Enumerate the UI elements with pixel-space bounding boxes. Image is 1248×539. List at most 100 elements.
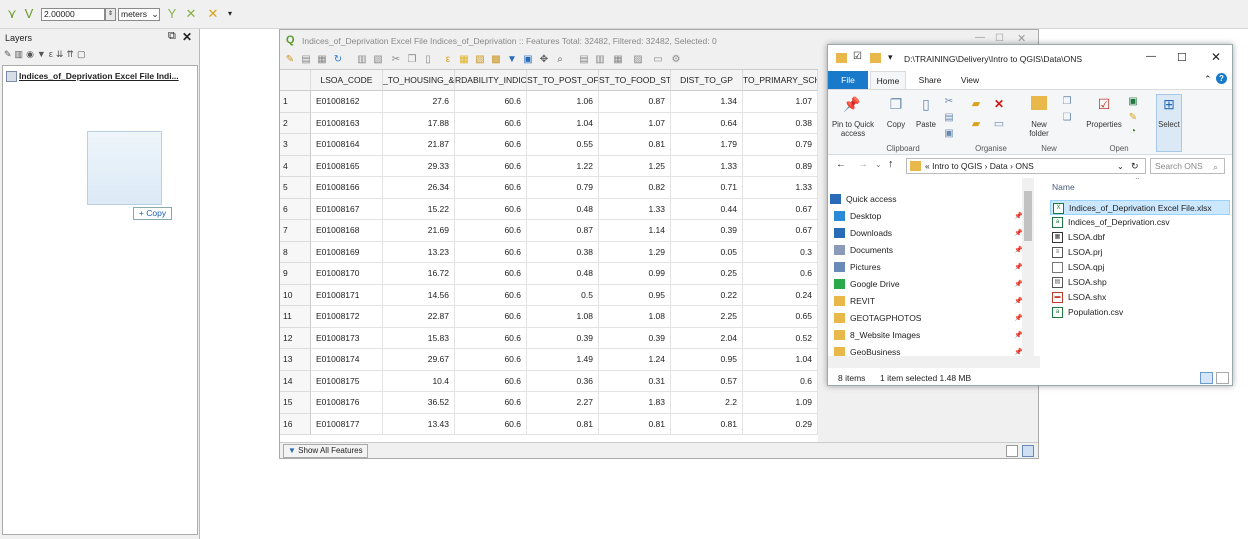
expand-icon[interactable]: ⇊ — [56, 49, 67, 59]
move-selection-top-icon[interactable]: ▣ — [522, 54, 534, 66]
form-view-icon[interactable] — [1006, 445, 1018, 457]
minimize-icon[interactable]: — — [975, 32, 985, 43]
tolerance-icon[interactable]: V — [22, 7, 36, 21]
reload-icon[interactable]: ↻ — [332, 54, 344, 66]
name-column-header[interactable]: Name — [1052, 182, 1075, 192]
float-icon[interactable]: ⧉ — [168, 30, 176, 43]
breadcrumb-data[interactable]: Data — [990, 161, 1008, 171]
table-cell[interactable]: 16.72 — [383, 263, 455, 285]
table-cell[interactable]: 0.29 — [743, 413, 818, 435]
table-cell[interactable]: 2.25 — [671, 306, 743, 328]
file-item[interactable]: a Indices_of_Deprivation.csv — [1050, 215, 1230, 230]
remove-layer-icon[interactable]: ▢ — [77, 49, 89, 59]
table-cell[interactable]: 60.6 — [455, 284, 527, 306]
table-cell[interactable]: 60.6 — [455, 349, 527, 371]
table-cell[interactable]: 0.24 — [743, 284, 818, 306]
table-cell[interactable]: 22.87 — [383, 306, 455, 328]
refresh-icon[interactable]: ↻ — [1131, 159, 1139, 173]
forward-arrow-icon[interactable]: → — [858, 159, 868, 170]
row-number[interactable]: 11 — [280, 306, 311, 328]
table-cell[interactable]: 26.34 — [383, 177, 455, 199]
table-cell[interactable]: 21.87 — [383, 134, 455, 156]
table-cell[interactable]: 0.95 — [599, 284, 671, 306]
table-cell[interactable]: 29.33 — [383, 155, 455, 177]
row-number[interactable]: 5 — [280, 177, 311, 199]
field-calculator-icon[interactable]: ▦ — [612, 54, 624, 66]
tab-file[interactable]: File — [828, 71, 868, 89]
deselect-icon[interactable]: ▩ — [490, 54, 502, 66]
up-arrow-icon[interactable]: ↑ — [888, 158, 894, 170]
collapse-ribbon-icon[interactable]: ⌃ — [1204, 74, 1212, 85]
column-header[interactable]: ST_TO_POST_OFFI — [527, 70, 599, 91]
nav-scrollbar-thumb[interactable] — [1024, 191, 1032, 241]
table-cell[interactable]: 27.6 — [383, 91, 455, 113]
table-cell[interactable]: 0.67 — [743, 198, 818, 220]
new-folder-quick-icon[interactable] — [870, 53, 881, 63]
paste-shortcut-icon[interactable]: ▣ — [942, 126, 956, 142]
table-cell[interactable]: 1.49 — [527, 349, 599, 371]
table-cell[interactable]: 0.6 — [743, 370, 818, 392]
table-cell[interactable]: E01008177 — [311, 413, 383, 435]
nav-item[interactable]: 8_Website Images — [834, 328, 920, 343]
copy-label[interactable]: Copy — [880, 120, 912, 129]
table-cell[interactable]: 60.6 — [455, 306, 527, 328]
open-excel-icon[interactable]: ▣ — [1126, 94, 1140, 110]
table-cell[interactable]: 60.6 — [455, 327, 527, 349]
add-group-icon[interactable]: ▥ — [15, 49, 27, 59]
table-cell[interactable]: 1.14 — [599, 220, 671, 242]
filter-icon[interactable]: ▼ — [37, 49, 49, 59]
row-number[interactable]: 12 — [280, 327, 311, 349]
vertex-icon[interactable]: Y — [165, 7, 179, 21]
table-cell[interactable]: 60.6 — [455, 241, 527, 263]
table-cell[interactable]: 15.22 — [383, 198, 455, 220]
edit-pencil-icon[interactable]: ✎ — [284, 54, 296, 66]
table-cell[interactable]: 1.04 — [743, 349, 818, 371]
row-number[interactable]: 3 — [280, 134, 311, 156]
table-cell[interactable]: 60.6 — [455, 177, 527, 199]
table-cell[interactable]: 1.09 — [743, 392, 818, 414]
show-all-features-button[interactable]: ▼ Show All Features — [283, 444, 368, 458]
table-cell[interactable]: 60.6 — [455, 392, 527, 414]
actions-icon[interactable]: ⚙ — [670, 54, 682, 66]
table-cell[interactable]: 0.81 — [599, 413, 671, 435]
row-number[interactable]: 8 — [280, 241, 311, 263]
table-cell[interactable]: 1.08 — [599, 306, 671, 328]
table-cell[interactable]: 0.05 — [671, 241, 743, 263]
table-cell[interactable]: 0.39 — [599, 327, 671, 349]
snapping-icon[interactable]: ⋎ — [5, 7, 19, 21]
close-icon[interactable]: ✕ — [182, 30, 192, 44]
file-item[interactable]: a Population.csv — [1050, 305, 1230, 320]
collapse-icon[interactable]: ⇈ — [66, 49, 77, 59]
table-cell[interactable]: 0.87 — [599, 91, 671, 113]
table-cell[interactable]: 60.6 — [455, 413, 527, 435]
select-expression-icon[interactable]: ε — [442, 54, 454, 66]
nav-item[interactable]: REVIT — [834, 294, 875, 309]
pin-to-quick-access-label[interactable]: Pin to Quick access — [831, 120, 875, 138]
layer-item[interactable]: Indices_of_Deprivation Excel File Indi..… — [19, 71, 179, 83]
table-cell[interactable]: 1.24 — [599, 349, 671, 371]
file-item[interactable]: ≡ LSOA.prj — [1050, 245, 1230, 260]
table-cell[interactable]: 0.36 — [527, 370, 599, 392]
save-edits-icon[interactable]: ▦ — [316, 54, 328, 66]
table-cell[interactable]: 1.33 — [599, 198, 671, 220]
new-field-icon[interactable]: ▤ — [578, 54, 590, 66]
table-cell[interactable]: E01008167 — [311, 198, 383, 220]
table-cell[interactable]: E01008169 — [311, 241, 383, 263]
table-cell[interactable]: 13.23 — [383, 241, 455, 263]
table-cell[interactable]: 0.22 — [671, 284, 743, 306]
nav-item[interactable]: Google Drive — [834, 277, 900, 292]
table-cell[interactable]: 0.95 — [671, 349, 743, 371]
select-all-icon[interactable]: ▦ — [458, 54, 470, 66]
table-cell[interactable]: 1.34 — [671, 91, 743, 113]
cut-icon[interactable]: ✂ — [390, 54, 402, 66]
expression-filter-icon[interactable]: ε — [49, 49, 56, 59]
nav-item[interactable]: Downloads — [834, 226, 892, 241]
table-cell[interactable]: E01008173 — [311, 327, 383, 349]
table-cell[interactable]: 0.48 — [527, 263, 599, 285]
row-number[interactable]: 2 — [280, 112, 311, 134]
table-cell[interactable]: 1.33 — [671, 155, 743, 177]
row-number[interactable]: 7 — [280, 220, 311, 242]
maximize-icon[interactable]: ☐ — [1177, 51, 1187, 64]
row-number[interactable]: 6 — [280, 198, 311, 220]
table-cell[interactable]: 0.87 — [527, 220, 599, 242]
